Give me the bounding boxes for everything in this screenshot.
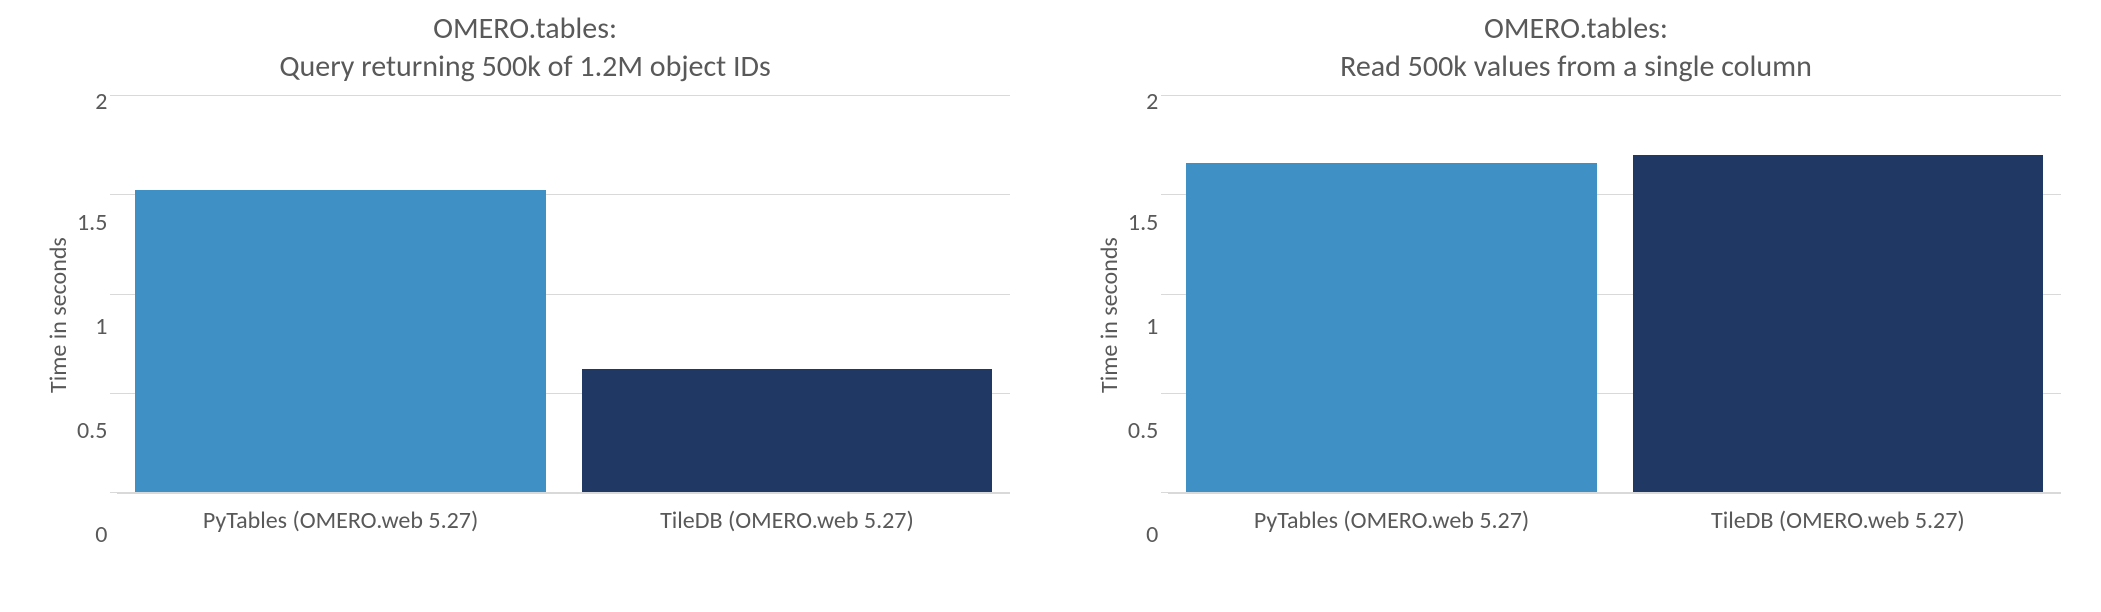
plot-column: PyTables (OMERO.web 5.27) TileDB (OMERO.… xyxy=(117,95,1010,535)
x-label: PyTables (OMERO.web 5.27) xyxy=(117,506,563,535)
y-axis-label: Time in seconds xyxy=(40,95,77,535)
y-tick: 0 xyxy=(1146,523,1158,547)
y-tick: 0 xyxy=(95,523,107,547)
chart-title: OMERO.tables: Query returning 500k of 1.… xyxy=(279,10,770,85)
chart-title: OMERO.tables: Read 500k values from a si… xyxy=(1340,10,1812,85)
bar-tiledb xyxy=(1633,155,2044,492)
y-tick: 1.5 xyxy=(77,211,107,235)
x-label: TileDB (OMERO.web 5.27) xyxy=(1615,506,2061,535)
y-tick: 0.5 xyxy=(77,419,107,443)
title-line1: OMERO.tables: xyxy=(433,10,617,47)
bars xyxy=(117,95,1010,492)
y-tick: 1 xyxy=(95,315,107,339)
plot-area xyxy=(117,95,1010,494)
bar-pytables xyxy=(1186,163,1597,493)
x-label: PyTables (OMERO.web 5.27) xyxy=(1168,506,1614,535)
plot-area xyxy=(1168,95,2061,494)
chart-panel-0: OMERO.tables: Query returning 500k of 1.… xyxy=(40,10,1010,602)
x-label: TileDB (OMERO.web 5.27) xyxy=(564,506,1010,535)
y-tick: 1.5 xyxy=(1128,211,1158,235)
chart-panel-1: OMERO.tables: Read 500k values from a si… xyxy=(1091,10,2061,602)
chart-body: Time in seconds 2 1.5 1 0.5 0 xyxy=(40,95,1010,535)
title-line2: Read 500k values from a single column xyxy=(1340,48,1812,85)
x-labels: PyTables (OMERO.web 5.27) TileDB (OMERO.… xyxy=(1168,494,2061,535)
y-tick: 1 xyxy=(1146,315,1158,339)
bars xyxy=(1168,95,2061,492)
y-tick: 0.5 xyxy=(1128,419,1158,443)
plot-column: PyTables (OMERO.web 5.27) TileDB (OMERO.… xyxy=(1168,95,2061,535)
y-ticks: 2 1.5 1 0.5 0 xyxy=(1128,95,1168,535)
x-labels: PyTables (OMERO.web 5.27) TileDB (OMERO.… xyxy=(117,494,1010,535)
y-ticks: 2 1.5 1 0.5 0 xyxy=(77,95,117,535)
chart-body: Time in seconds 2 1.5 1 0.5 0 xyxy=(1091,95,2061,535)
y-tick: 2 xyxy=(95,90,107,114)
y-tick: 2 xyxy=(1146,90,1158,114)
y-axis-label: Time in seconds xyxy=(1091,95,1128,535)
title-line1: OMERO.tables: xyxy=(1484,10,1668,47)
bar-tiledb xyxy=(582,369,993,492)
title-line2: Query returning 500k of 1.2M object IDs xyxy=(279,48,770,85)
bar-pytables xyxy=(135,190,546,492)
